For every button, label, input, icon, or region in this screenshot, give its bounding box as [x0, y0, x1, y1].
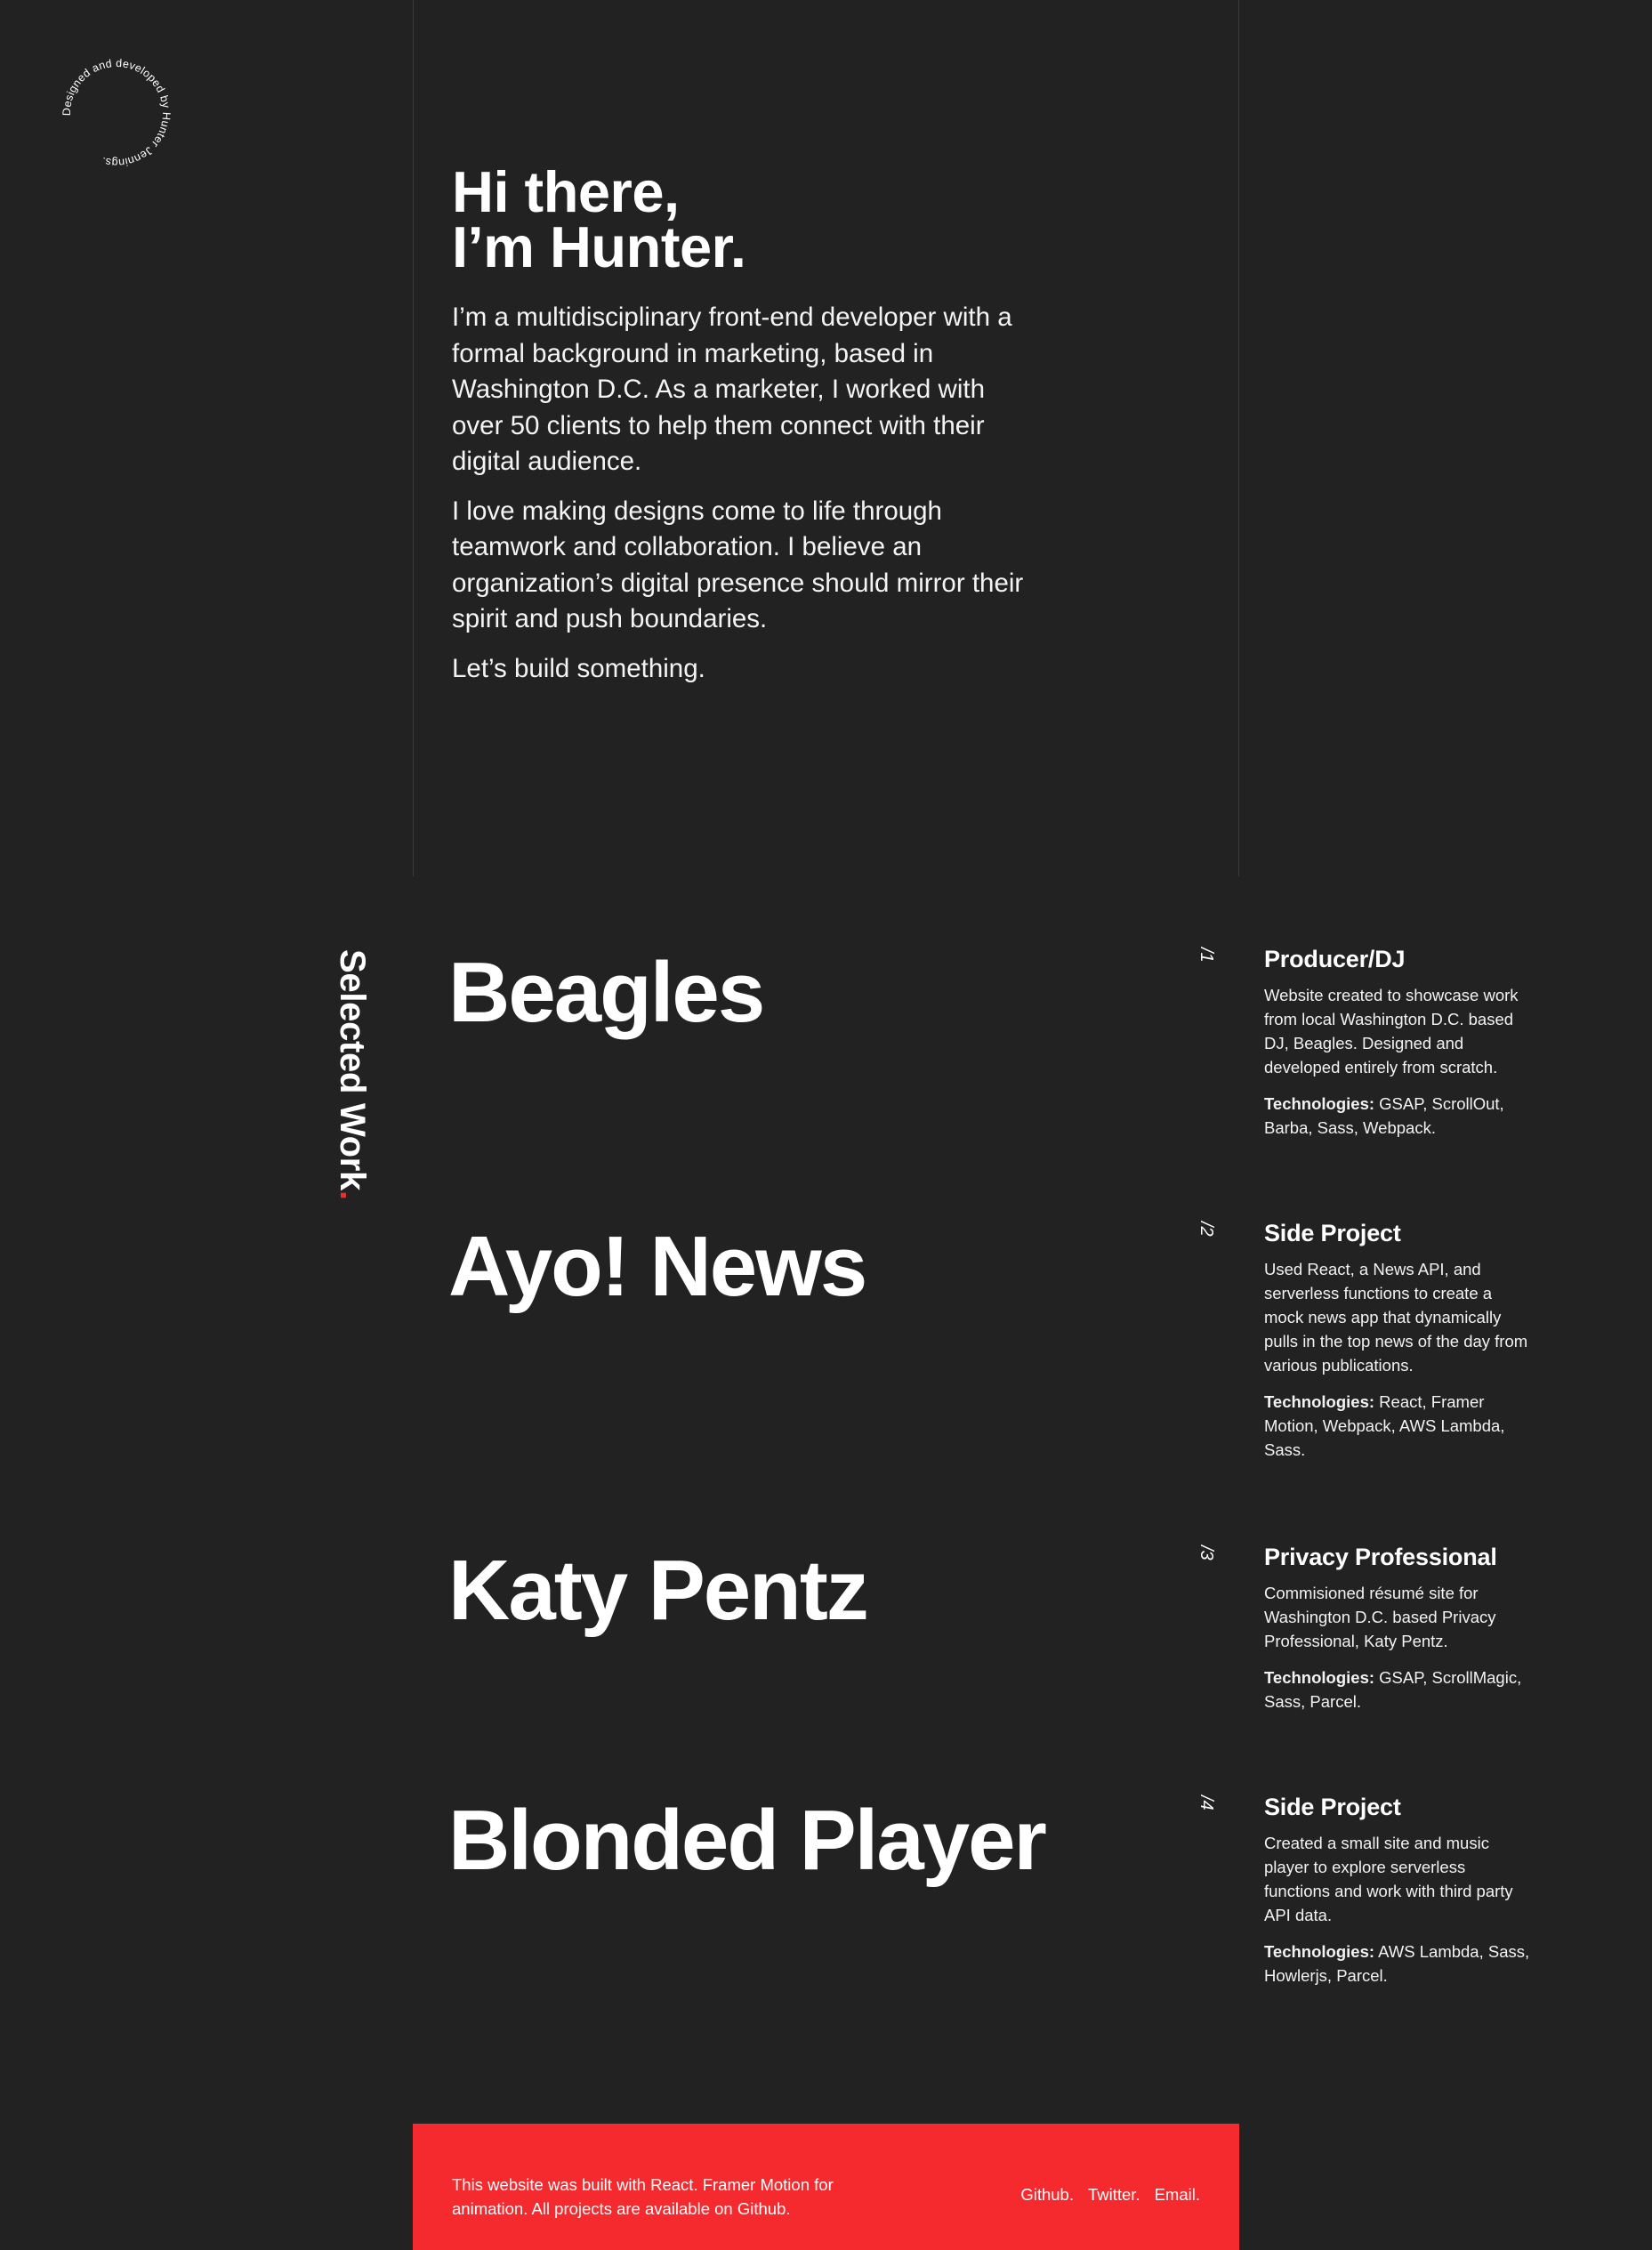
hero-greeting-line2: I’m Hunter.	[452, 214, 746, 279]
hero-divider-left	[413, 0, 414, 876]
github-link[interactable]: Github.	[1020, 2184, 1074, 2206]
hero-intro: Hi there, I’m Hunter. I’m a multidiscipl…	[452, 159, 1039, 687]
hero-paragraph-3: Let’s build something.	[452, 653, 705, 683]
project-description: Created a small site and music player to…	[1264, 1834, 1513, 1924]
footer-links: Github. Twitter. Email.	[1020, 2184, 1200, 2206]
project-description: Used React, a News API, and serverless f…	[1264, 1260, 1528, 1375]
project-number: /3	[1197, 1545, 1216, 1560]
project-info: Side Project Created a small site and mu…	[1264, 1792, 1531, 1988]
hero-paragraph-1: I’m a multidisciplinary front-end develo…	[452, 302, 1012, 476]
footer-credits-text: This website was built with React. Frame…	[452, 2175, 834, 2218]
project-number: /1	[1197, 948, 1216, 963]
project-info: Privacy Professional Commisioned résumé …	[1264, 1542, 1531, 1714]
hero-greeting-line1: Hi there,	[452, 159, 680, 224]
email-link[interactable]: Email.	[1155, 2184, 1200, 2206]
technologies-label: Technologies:	[1264, 1094, 1375, 1113]
project-technologies: Technologies: GSAP, ScrollMagic, Sass, P…	[1264, 1665, 1531, 1714]
project-description: Website created to showcase work from lo…	[1264, 986, 1519, 1077]
credits-badge: Designed and developed by Hunter Jenning…	[59, 55, 174, 171]
project-title-link[interactable]: Blonded Player	[448, 1792, 1047, 1890]
twitter-link[interactable]: Twitter.	[1088, 2184, 1140, 2206]
selected-work-text: Selected Work	[333, 949, 372, 1191]
technologies-label: Technologies:	[1264, 1668, 1375, 1687]
project-title-link[interactable]: Ayo! News	[448, 1218, 867, 1316]
project-category: Privacy Professional	[1264, 1544, 1497, 1570]
project-title-link[interactable]: Katy Pentz	[448, 1542, 869, 1640]
project-info: Producer/DJ Website created to showcase …	[1264, 944, 1531, 1140]
project-category: Producer/DJ	[1264, 946, 1406, 972]
project-technologies: Technologies: React, Framer Motion, Webp…	[1264, 1390, 1531, 1462]
hero-divider-right	[1238, 0, 1239, 876]
badge-text: Designed and developed by Hunter Jenning…	[60, 57, 173, 169]
project-category: Side Project	[1264, 1220, 1401, 1246]
circular-text-badge: Designed and developed by Hunter Jenning…	[60, 57, 173, 169]
project-technologies: Technologies: GSAP, ScrollOut, Barba, Sa…	[1264, 1092, 1531, 1140]
project-title-link[interactable]: Beagles	[448, 944, 765, 1042]
hero-heading: Hi there, I’m Hunter.	[452, 159, 1039, 279]
project-category: Side Project	[1264, 1794, 1401, 1820]
technologies-label: Technologies:	[1264, 1392, 1375, 1411]
project-description: Commisioned résumé site for Washington D…	[1264, 1584, 1496, 1650]
project-info: Side Project Used React, a News API, and…	[1264, 1218, 1531, 1462]
hero-paragraph-2: I love making designs come to life throu…	[452, 496, 1024, 634]
project-number: /4	[1197, 1795, 1216, 1810]
technologies-label: Technologies:	[1264, 1942, 1375, 1961]
selected-work-dot: .	[333, 1190, 372, 1200]
site-footer: This website was built with React. Frame…	[413, 2124, 1239, 2250]
project-number: /2	[1197, 1222, 1216, 1237]
project-technologies: Technologies: AWS Lambda, Sass, Howlerjs…	[1264, 1940, 1531, 1988]
selected-work-label: Selected Work.	[331, 949, 374, 1200]
